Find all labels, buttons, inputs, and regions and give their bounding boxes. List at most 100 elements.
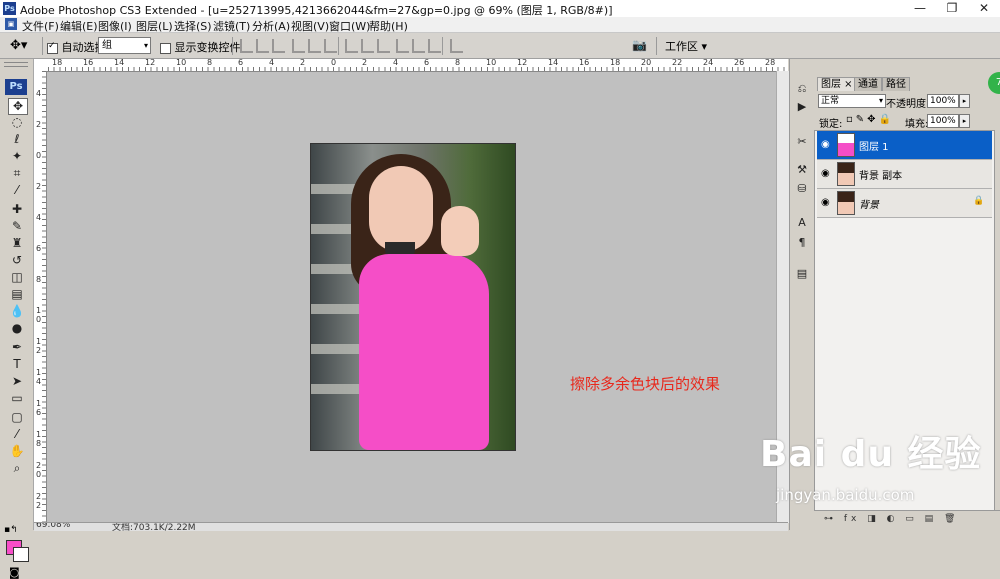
tab-channels[interactable]: 通道	[854, 77, 882, 91]
fill-input[interactable]: 100%	[927, 114, 959, 128]
layer-row[interactable]: ◉ 背景 副本	[817, 160, 992, 189]
restore-button[interactable]: ❐	[938, 0, 966, 17]
vertical-ruler[interactable]: 4 2 0 2 4 6 8 1 0 1 2 1 4 1 6 1 8 2 0 2 2	[34, 71, 47, 523]
ruler-label: 10	[176, 59, 187, 67]
zoom-level[interactable]: 69.08%	[36, 523, 70, 530]
type-tool-icon[interactable]: T	[8, 357, 26, 372]
eye-icon[interactable]: ◉	[821, 139, 830, 150]
separator	[232, 37, 233, 55]
horizontal-ruler[interactable]: 18 16 14 12 10 8 6 4 2 0 2 4 6 8 10 12 14 16 18 20 22 24 26 28	[48, 59, 788, 72]
path-selection-tool-icon[interactable]: ➤	[8, 374, 26, 389]
checkbox-unchecked-icon	[160, 42, 171, 54]
menu-help[interactable]: 帮助(H)	[369, 18, 408, 34]
opacity-input[interactable]: 100%	[927, 94, 959, 108]
layers-footer: ⊶ fx ◨ ◐ ▭ ▤ 🗑	[814, 510, 1000, 531]
history-icon[interactable]: ⎌	[794, 81, 810, 96]
align-vertical-buttons[interactable]	[292, 39, 340, 56]
layer-row[interactable]: ◉ 背景 🔒	[817, 189, 992, 218]
chevron-down-icon: ▾	[143, 41, 148, 50]
eye-icon[interactable]: ◉	[821, 168, 830, 179]
eyedropper-tool-icon[interactable]: ⁄	[8, 183, 26, 198]
menu-layer[interactable]: 图层(L)	[136, 18, 173, 34]
lock-label: 锁定:	[819, 119, 843, 130]
auto-select-dropdown[interactable]: 组 ▾	[98, 37, 151, 54]
eraser-tool-icon[interactable]: ◫	[8, 270, 26, 285]
tool-presets-icon[interactable]: ⚒	[794, 162, 810, 177]
fill-label: 填充:	[905, 119, 929, 130]
shape-tool-icon[interactable]: ▭	[8, 391, 26, 406]
blur-tool-icon[interactable]: 💧	[8, 304, 26, 319]
actions-icon[interactable]: ▶	[794, 99, 810, 114]
distribute-horizontal-buttons[interactable]	[396, 39, 444, 56]
panel-grip[interactable]	[4, 62, 28, 67]
character-icon[interactable]: A	[794, 215, 810, 230]
fill-arrow-icon[interactable]: ▸	[959, 114, 970, 128]
opacity-arrow-icon[interactable]: ▸	[959, 94, 970, 108]
move-tool-icon[interactable]: ✥▾	[10, 38, 27, 53]
menu-edit[interactable]: 编辑(E)	[60, 18, 98, 34]
tab-layers[interactable]: 图层 ×	[817, 77, 857, 91]
quick-mask-icon[interactable]: ◙	[9, 566, 20, 579]
show-transform-checkbox[interactable]: 显示变换控件	[160, 39, 241, 55]
layer-row[interactable]: ◉ 图层 1	[817, 131, 992, 160]
clone-source-icon[interactable]: ⛁	[794, 181, 810, 196]
tab-paths[interactable]: 路径	[882, 77, 910, 91]
paragraph-icon[interactable]: ¶	[794, 235, 810, 250]
menu-window[interactable]: 窗口(W)	[329, 18, 370, 34]
menu-view[interactable]: 视图(V)	[291, 18, 329, 34]
move-tool-icon[interactable]: ✥	[8, 98, 28, 115]
menu-image[interactable]: 图像(I)	[98, 18, 132, 34]
hand-tool-icon[interactable]: ✋	[8, 444, 26, 459]
notes-tool-icon[interactable]: ▢	[8, 410, 26, 425]
marquee-tool-icon[interactable]: ◌	[8, 115, 26, 130]
document-image[interactable]	[310, 143, 516, 451]
brushes-icon[interactable]: ✂	[794, 134, 810, 149]
workspace-button[interactable]: 工作区 ▾	[665, 38, 707, 54]
blend-mode-select[interactable]: 正常 ▾	[818, 94, 886, 108]
healing-brush-tool-icon[interactable]: ✚	[8, 202, 26, 217]
ruler-label: 6	[238, 59, 244, 67]
ruler-label: 4	[36, 213, 42, 222]
dodge-tool-icon[interactable]: ●	[8, 321, 26, 336]
magic-wand-tool-icon[interactable]: ✦	[8, 149, 26, 164]
blend-mode-value: 正常	[821, 96, 840, 106]
layer-comps-icon[interactable]: ▤	[794, 266, 810, 281]
brush-tool-icon[interactable]: ✎	[8, 219, 26, 234]
eyedropper-icon[interactable]: ⁄	[8, 427, 26, 442]
ruler-label: 8	[207, 59, 213, 67]
eye-icon[interactable]: ◉	[821, 197, 830, 208]
lock-icons[interactable]: ▫✎✥🔒	[846, 114, 894, 125]
close-button[interactable]: ✕	[970, 0, 998, 17]
camera-icon[interactable]: 📷	[632, 38, 647, 52]
baidu-watermark: Bai du 经验	[760, 434, 982, 475]
ruler-label: 6	[36, 244, 42, 253]
document-icon[interactable]: ▣	[5, 18, 17, 30]
zoom-tool-icon[interactable]: ⌕	[8, 461, 26, 476]
ruler-label: 2	[300, 59, 306, 67]
gradient-tool-icon[interactable]: ▤	[8, 287, 26, 302]
menu-file[interactable]: 文件(F)	[22, 18, 59, 34]
ruler-label: 1 2	[36, 337, 42, 355]
lasso-tool-icon[interactable]: ℓ	[8, 132, 26, 147]
layer-action-icons[interactable]: ⊶ fx ◨ ◐ ▭ ▤ 🗑	[824, 514, 959, 524]
ruler-label: 1 6	[36, 399, 42, 417]
pen-tool-icon[interactable]: ✒	[8, 340, 26, 355]
ruler-label: 28	[765, 59, 776, 67]
separator	[338, 37, 339, 55]
menu-filter[interactable]: 滤镜(T)	[213, 18, 250, 34]
distribute-buttons[interactable]	[345, 39, 393, 56]
photoshop-logo-icon[interactable]: Ps	[5, 79, 27, 95]
crop-tool-icon[interactable]: ⌗	[8, 166, 26, 181]
default-colors-icon[interactable]: ▪↰	[4, 525, 18, 535]
auto-align-button[interactable]	[450, 39, 466, 56]
menu-select[interactable]: 选择(S)	[174, 18, 212, 34]
clone-stamp-tool-icon[interactable]: ♜	[8, 236, 26, 251]
auto-select-value: 组	[102, 40, 112, 51]
background-color-swatch[interactable]	[13, 547, 29, 562]
workspace-label: 工作区	[665, 40, 698, 53]
ruler-label: 12	[517, 59, 528, 67]
menu-analysis[interactable]: 分析(A)	[252, 18, 290, 34]
align-buttons[interactable]	[240, 39, 288, 56]
history-brush-tool-icon[interactable]: ↺	[8, 253, 26, 268]
minimize-button[interactable]: —	[906, 0, 934, 17]
